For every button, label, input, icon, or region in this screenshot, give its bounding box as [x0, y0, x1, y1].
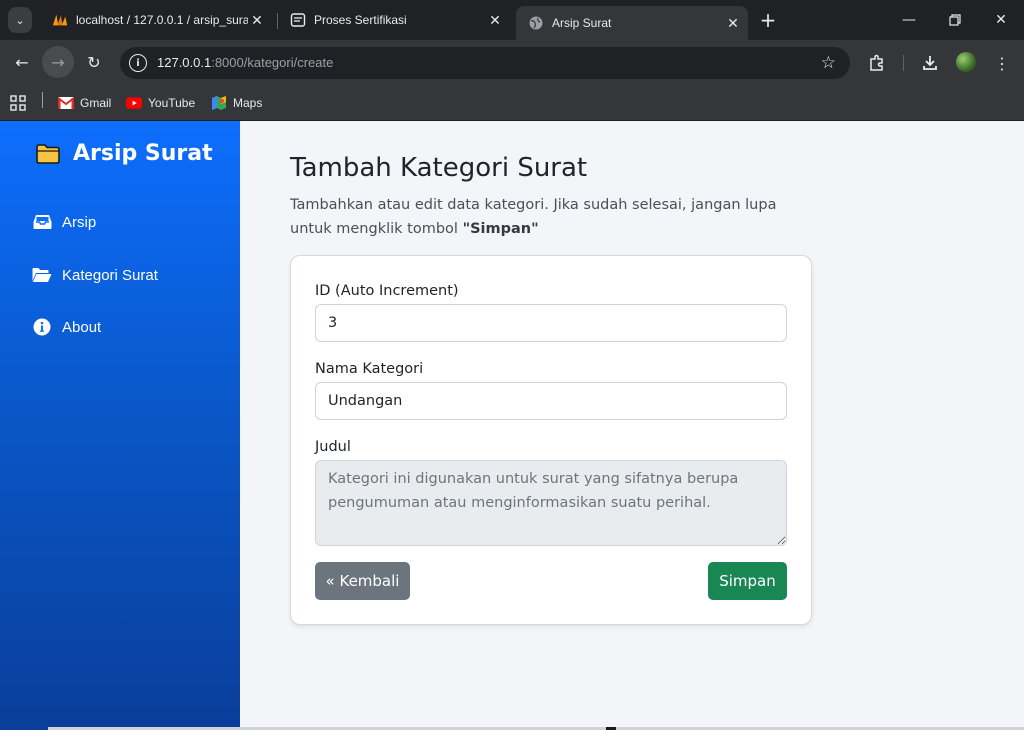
- minimize-icon: —: [902, 12, 916, 28]
- tab-title: Proses Sertifikasi: [314, 13, 407, 27]
- close-icon[interactable]: ✕: [486, 11, 504, 29]
- main-content: Tambah Kategori Surat Tambahkan atau edi…: [240, 121, 1024, 730]
- gmail-icon: [58, 95, 74, 111]
- back-nav-button[interactable]: ←: [6, 46, 38, 78]
- folder-open-icon: [32, 266, 52, 284]
- toolbar-divider: [903, 55, 904, 71]
- reload-button[interactable]: ↻: [78, 46, 110, 78]
- sidebar-item-kategori-surat[interactable]: Kategori Surat: [32, 266, 158, 284]
- browser-tab-bar: ⌄ localhost / 127.0.0.1 / arsip_surat ✕ …: [0, 0, 1024, 40]
- apps-button[interactable]: [10, 93, 26, 113]
- info-icon: [32, 318, 52, 336]
- sidebar-item-label: About: [62, 318, 102, 336]
- judul-textarea[interactable]: Kategori ini digunakan untuk surat yang …: [315, 460, 787, 546]
- new-tab-button[interactable]: +: [757, 8, 779, 32]
- minimize-button[interactable]: —: [894, 8, 924, 32]
- bookmarks-divider: [42, 92, 43, 108]
- tab-proses-sertifikasi[interactable]: Proses Sertifikasi ✕: [278, 6, 510, 34]
- sidebar-item-about[interactable]: About: [32, 318, 101, 336]
- arrow-left-icon: ←: [15, 52, 29, 72]
- id-label: ID (Auto Increment): [315, 283, 459, 299]
- bookmark-star-icon[interactable]: ☆: [821, 53, 836, 73]
- download-icon[interactable]: [919, 52, 941, 74]
- judul-label: Judul: [315, 439, 351, 455]
- url-host: 127.0.0.1: [157, 55, 212, 70]
- tab-search-button[interactable]: ⌄: [8, 7, 32, 33]
- arrow-right-icon: →: [51, 52, 65, 72]
- nama-kategori-field[interactable]: [315, 382, 787, 420]
- brand[interactable]: Arsip Surat: [36, 141, 213, 166]
- brand-title: Arsip Surat: [73, 141, 213, 166]
- chevron-down-icon: ⌄: [15, 13, 25, 27]
- menu-kebab-icon[interactable]: ⋮: [991, 52, 1013, 74]
- save-button[interactable]: Simpan: [708, 562, 787, 600]
- page-description: Tambahkan atau edit data kategori. Jika …: [290, 193, 820, 241]
- bookmark-youtube[interactable]: YouTube: [126, 93, 195, 113]
- sidebar-item-arsip[interactable]: Arsip: [32, 213, 96, 231]
- bookmark-maps[interactable]: Maps: [211, 93, 262, 113]
- description-bold: "Simpan": [462, 221, 539, 237]
- page-title: Tambah Kategori Surat: [290, 153, 588, 183]
- url-path: :8000/kategori/create: [211, 55, 334, 70]
- apps-grid-icon: [10, 95, 26, 111]
- site-info-icon[interactable]: i: [129, 54, 147, 72]
- nama-kategori-label: Nama Kategori: [315, 361, 424, 377]
- browser-toolbar: ← → ↻ i 127.0.0.1:8000/kategori/create ☆…: [0, 40, 1024, 86]
- close-icon[interactable]: ✕: [724, 14, 742, 32]
- restore-button[interactable]: [940, 8, 970, 32]
- tab-phpmyadmin[interactable]: localhost / 127.0.0.1 / arsip_surat ✕: [40, 6, 272, 34]
- address-bar[interactable]: i 127.0.0.1:8000/kategori/create ☆: [120, 47, 850, 79]
- sidebar-item-label: Arsip: [62, 213, 97, 231]
- tab-title: localhost / 127.0.0.1 / arsip_surat: [76, 13, 248, 27]
- bookmark-label: Maps: [233, 96, 263, 110]
- bookmark-label: Gmail: [80, 96, 112, 110]
- bookmarks-bar: Gmail YouTube Maps: [0, 86, 1024, 121]
- category-form-card: ID (Auto Increment) Nama Kategori Judul …: [290, 255, 812, 625]
- back-button[interactable]: « Kembali: [315, 562, 410, 600]
- url-text[interactable]: 127.0.0.1:8000/kategori/create: [157, 55, 333, 70]
- document-icon: [290, 12, 306, 28]
- forward-nav-button[interactable]: →: [42, 46, 74, 78]
- close-window-button[interactable]: ✕: [986, 8, 1016, 32]
- phpmyadmin-icon: [52, 12, 68, 28]
- bookmark-gmail[interactable]: Gmail: [58, 93, 111, 113]
- sidebar: Arsip Surat Arsip Kategori Surat About: [0, 121, 240, 730]
- close-icon[interactable]: ✕: [248, 11, 266, 29]
- sidebar-item-label: Kategori Surat: [62, 266, 158, 284]
- globe-icon: [528, 15, 544, 31]
- bookmark-label: YouTube: [148, 96, 196, 110]
- folder-icon: [36, 143, 60, 164]
- maps-icon: [211, 95, 227, 111]
- youtube-icon: [126, 95, 142, 111]
- plus-icon: +: [759, 8, 777, 32]
- id-field[interactable]: [315, 304, 787, 342]
- tab-arsip-surat[interactable]: Arsip Surat ✕: [516, 6, 748, 40]
- close-icon: ✕: [995, 12, 1007, 28]
- extensions-icon[interactable]: [866, 52, 888, 74]
- inbox-icon: [32, 213, 52, 231]
- tab-title: Arsip Surat: [552, 16, 612, 30]
- reload-icon: ↻: [87, 52, 101, 72]
- profile-avatar[interactable]: [956, 52, 976, 72]
- restore-icon: [949, 14, 961, 26]
